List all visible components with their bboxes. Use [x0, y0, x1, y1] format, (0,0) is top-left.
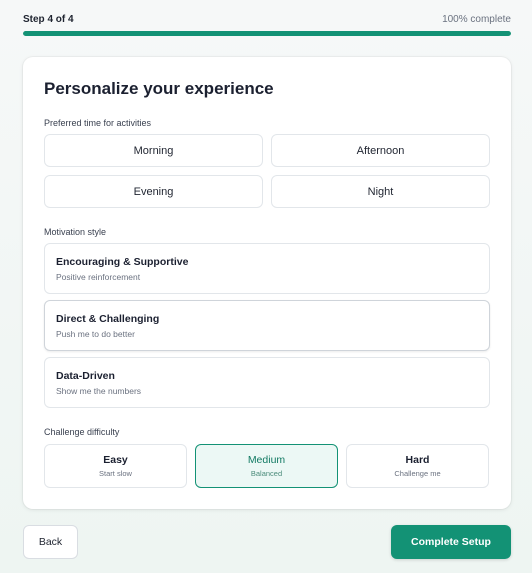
progress-percent: 100% complete: [442, 13, 511, 25]
difficulty-options: Easy Start slow Medium Balanced Hard Cha…: [44, 444, 490, 488]
progress-bar-fill: [23, 31, 511, 36]
difficulty-option-title: Easy: [103, 454, 128, 466]
difficulty-option-subtitle: Start slow: [99, 469, 132, 478]
motivation-option-title: Data-Driven: [56, 370, 115, 382]
time-options: Morning Afternoon Evening Night: [44, 134, 490, 208]
motivation-option-title: Direct & Challenging: [56, 313, 160, 325]
motivation-option-title: Encouraging & Supportive: [56, 256, 189, 268]
motivation-section-label: Motivation style: [44, 227, 107, 237]
time-section-label: Preferred time for activities: [44, 118, 152, 128]
step-indicator: Step 4 of 4: [23, 13, 74, 25]
motivation-option-subtitle: Show me the numbers: [56, 386, 142, 396]
motivation-option-data-driven[interactable]: Data-Driven Show me the numbers: [44, 357, 490, 408]
time-option-night[interactable]: Night: [271, 175, 490, 208]
progress-bar: [23, 31, 511, 36]
time-option-morning[interactable]: Morning: [44, 134, 263, 167]
page-title: Personalize your experience: [44, 79, 274, 98]
motivation-option-subtitle: Push me to do better: [56, 329, 135, 339]
difficulty-option-title: Hard: [405, 454, 430, 466]
difficulty-option-hard[interactable]: Hard Challenge me: [346, 444, 489, 488]
settings-card: Personalize your experience Preferred ti…: [23, 57, 511, 509]
difficulty-option-title: Medium: [247, 454, 286, 466]
difficulty-section-label: Challenge difficulty: [44, 427, 120, 437]
difficulty-option-easy[interactable]: Easy Start slow: [44, 444, 187, 488]
back-button[interactable]: Back: [23, 525, 78, 559]
time-option-evening[interactable]: Evening: [44, 175, 263, 208]
complete-setup-button[interactable]: Complete Setup: [391, 525, 511, 559]
motivation-option-direct[interactable]: Direct & Challenging Push me to do bette…: [44, 300, 490, 351]
difficulty-option-subtitle: Balanced: [250, 469, 283, 478]
motivation-option-subtitle: Positive reinforcement: [56, 272, 141, 282]
motivation-option-encouraging[interactable]: Encouraging & Supportive Positive reinfo…: [44, 243, 490, 294]
difficulty-option-subtitle: Challenge me: [394, 469, 441, 478]
progress-header: Step 4 of 4 100% complete: [23, 12, 511, 36]
time-option-afternoon[interactable]: Afternoon: [271, 134, 490, 167]
difficulty-option-medium[interactable]: Medium Balanced: [195, 444, 338, 488]
